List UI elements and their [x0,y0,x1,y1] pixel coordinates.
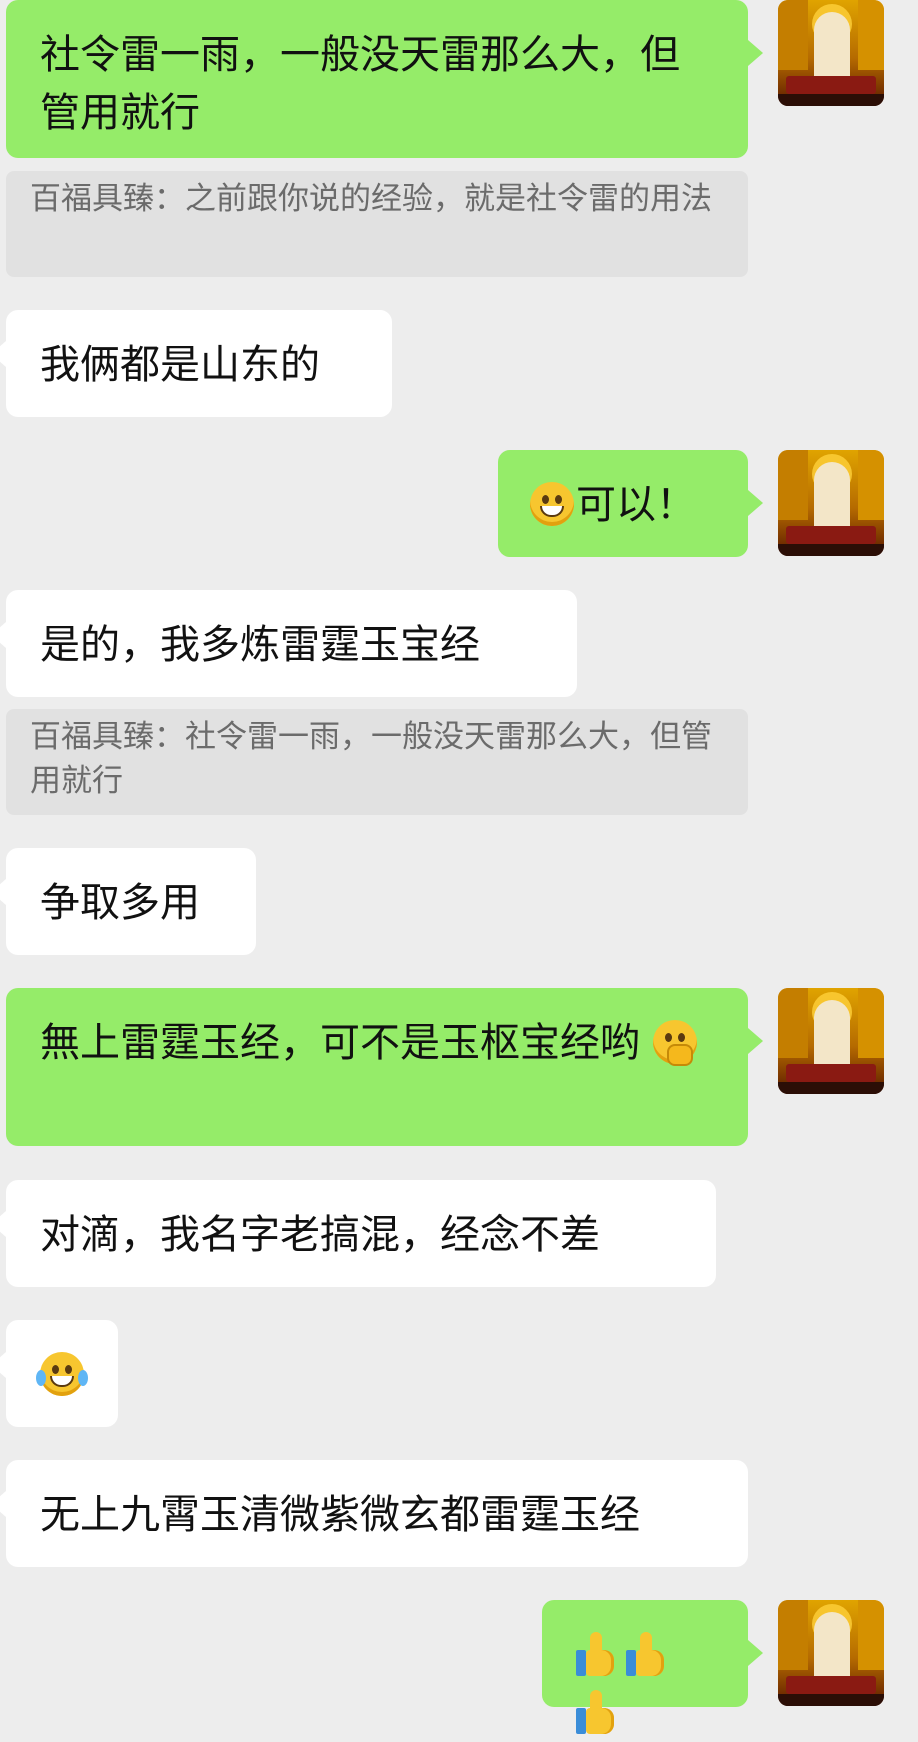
avatar[interactable] [778,1600,884,1706]
message-text: 无上九霄玉清微紫微玄都雷霆玉经 [40,1492,640,1538]
face-with-hand-over-mouth-icon [652,1020,697,1066]
message-text: 無上雷霆玉经，可不是玉枢宝经哟 [40,1020,640,1066]
message-text: 社令雷一雨，一般没天雷那么大，但管用就行 [40,32,680,136]
bubble-tail [748,40,763,66]
thumbs-up-icon [576,1690,616,1734]
quoted-text: 百福具臻：之前跟你说的经验，就是社令雷的用法 [30,181,712,217]
avatar[interactable] [778,988,884,1094]
message-bubble-other[interactable] [6,1320,118,1427]
message-text: 可以！ [576,482,696,528]
message-text: 我俩都是山东的 [40,342,320,388]
quoted-message[interactable]: 百福具臻：之前跟你说的经验，就是社令雷的用法 [6,171,748,277]
message-text: 是的，我多炼雷霆玉宝经 [40,622,480,668]
message-bubble-other[interactable]: 无上九霄玉清微紫微玄都雷霆玉经 [6,1460,748,1567]
avatar[interactable] [778,0,884,106]
quoted-text: 百福具臻：社令雷一雨，一般没天雷那么大，但管用就行 [30,719,712,799]
message-bubble-self[interactable] [542,1600,748,1734]
message-bubble-self[interactable]: 社令雷一雨，一般没天雷那么大，但管用就行 [6,0,748,158]
thumbs-up-icon [576,1632,616,1676]
message-bubble-self[interactable]: 無上雷霆玉经，可不是玉枢宝经哟 [6,988,748,1146]
message-text: 对滴，我名字老搞混，经念不差 [40,1212,600,1258]
message-bubble-other[interactable]: 争取多用 [6,848,256,955]
message-bubble-self[interactable]: 可以！ [498,450,748,557]
bubble-tail [748,1640,763,1666]
thumbs-up-icon [626,1632,666,1676]
grinning-face-icon [530,482,574,526]
bubble-tail [748,1028,763,1054]
message-bubble-other[interactable]: 我俩都是山东的 [6,310,392,417]
bubble-tail [748,490,763,516]
avatar[interactable] [778,450,884,556]
message-bubble-other[interactable]: 对滴，我名字老搞混，经念不差 [6,1180,716,1287]
face-with-tears-of-joy-icon [36,1352,88,1396]
quoted-message[interactable]: 百福具臻：社令雷一雨，一般没天雷那么大，但管用就行 [6,709,748,815]
message-text: 争取多用 [40,880,200,926]
message-bubble-other[interactable]: 是的，我多炼雷霆玉宝经 [6,590,577,697]
